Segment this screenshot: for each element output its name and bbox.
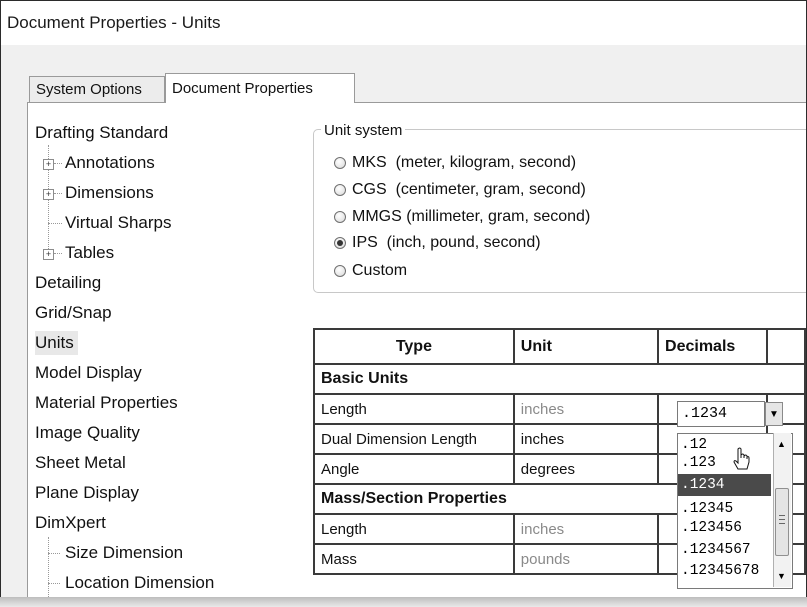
tree-connector [54, 163, 62, 164]
scrollbar-thumb[interactable] [775, 488, 789, 556]
column-header-type[interactable]: Type [313, 328, 515, 365]
radio-label: Custom [352, 262, 408, 279]
window-title: Document Properties - Units [7, 13, 221, 32]
scroll-up-icon[interactable]: ▲ [777, 439, 786, 449]
unit-system-legend: Unit system [321, 122, 406, 139]
radio-label: MKS (meter, kilogram, second) [352, 154, 577, 171]
tree-item-tables[interactable]: Tables [65, 241, 114, 265]
column-header-extra [765, 328, 806, 365]
radio-ips[interactable]: IPS (inch, pound, second) [334, 232, 541, 254]
tree-item-location-dimension[interactable]: Location Dimension [65, 571, 214, 595]
cell-unit[interactable]: inches [512, 513, 660, 545]
radio-label: IPS (inch, pound, second) [352, 234, 541, 251]
tree-connector [48, 537, 49, 598]
expand-icon[interactable]: + [43, 249, 54, 260]
table-header-row: Type Unit Decimals [313, 328, 806, 365]
radio-mmgs[interactable]: MMGS (millimeter, gram, second) [334, 206, 590, 228]
tree-connector [48, 223, 62, 224]
cell-type: Length [313, 513, 515, 545]
radio-cgs[interactable]: CGS (centimeter, gram, second) [334, 179, 586, 201]
tree-connector [54, 253, 62, 254]
document-properties-dialog: Document Properties - Units System Optio… [0, 0, 807, 599]
tab-system-options[interactable]: System Options [29, 76, 165, 103]
decimals-option-highlighted[interactable]: .1234 [678, 474, 771, 496]
tree-item-units[interactable]: Units [35, 331, 78, 355]
radio-button-icon[interactable] [334, 211, 346, 223]
tree-item-material-properties[interactable]: Material Properties [35, 391, 178, 415]
column-header-decimals[interactable]: Decimals [657, 328, 768, 365]
tree-item-drafting-standard[interactable]: Drafting Standard [35, 121, 168, 145]
dropdown-arrow-icon[interactable]: ▼ [765, 402, 783, 426]
tree-item-plane-display[interactable]: Plane Display [35, 481, 139, 505]
cell-type: Mass [313, 543, 515, 575]
radio-button-icon[interactable] [334, 157, 346, 169]
cell-type: Dual Dimension Length [313, 423, 515, 455]
column-header-unit[interactable]: Unit [512, 328, 660, 365]
decimals-option[interactable]: .1234567 [681, 539, 751, 561]
tree-item-virtual-sharps[interactable]: Virtual Sharps [65, 211, 171, 235]
tree-item-dimxpert[interactable]: DimXpert [35, 511, 106, 535]
title-bar[interactable]: Document Properties - Units [1, 1, 806, 45]
cell-type: Angle [313, 453, 515, 485]
radio-mks[interactable]: MKS (meter, kilogram, second) [334, 152, 576, 174]
radio-custom[interactable]: Custom [334, 260, 407, 282]
expand-icon[interactable]: + [43, 189, 54, 200]
tree-item-size-dimension[interactable]: Size Dimension [65, 541, 183, 565]
cell-unit[interactable]: inches [512, 393, 660, 425]
tree-item-grid-snap[interactable]: Grid/Snap [35, 301, 112, 325]
decimals-option[interactable]: .12345678 [681, 560, 759, 582]
cell-unit[interactable]: inches [512, 423, 660, 455]
tree-item-model-display[interactable]: Model Display [35, 361, 142, 385]
tab-document-properties[interactable]: Document Properties [165, 73, 355, 103]
radio-label: CGS (centimeter, gram, second) [352, 181, 586, 198]
tree-item-annotations[interactable]: Annotations [65, 151, 155, 175]
decimals-combobox[interactable]: .1234 [677, 401, 765, 427]
tree-connector [48, 553, 60, 554]
section-basic-units: Basic Units [313, 363, 806, 395]
window-shadow [0, 597, 807, 607]
tree-item-sheet-metal[interactable]: Sheet Metal [35, 451, 126, 475]
radio-button-icon[interactable] [334, 184, 346, 196]
decimals-option[interactable]: .123456 [681, 517, 742, 539]
scroll-down-icon[interactable]: ▼ [777, 571, 786, 581]
hand-cursor-icon [733, 447, 750, 470]
tree-item-detailing[interactable]: Detailing [35, 271, 101, 295]
decimals-option[interactable]: .123 [681, 452, 716, 474]
tree-connector [48, 583, 60, 584]
radio-label: MMGS (millimeter, gram, second) [352, 208, 591, 225]
table-section-row: Basic Units [313, 363, 806, 395]
cell-type: Length [313, 393, 515, 425]
tree-connector [54, 193, 62, 194]
cell-unit[interactable]: degrees [512, 453, 660, 485]
cell-unit[interactable]: pounds [512, 543, 660, 575]
tree-item-dimensions[interactable]: Dimensions [65, 181, 154, 205]
radio-button-selected-icon[interactable] [334, 237, 346, 249]
expand-icon[interactable]: + [43, 159, 54, 170]
tree-item-image-quality[interactable]: Image Quality [35, 421, 140, 445]
radio-button-icon[interactable] [334, 265, 346, 277]
